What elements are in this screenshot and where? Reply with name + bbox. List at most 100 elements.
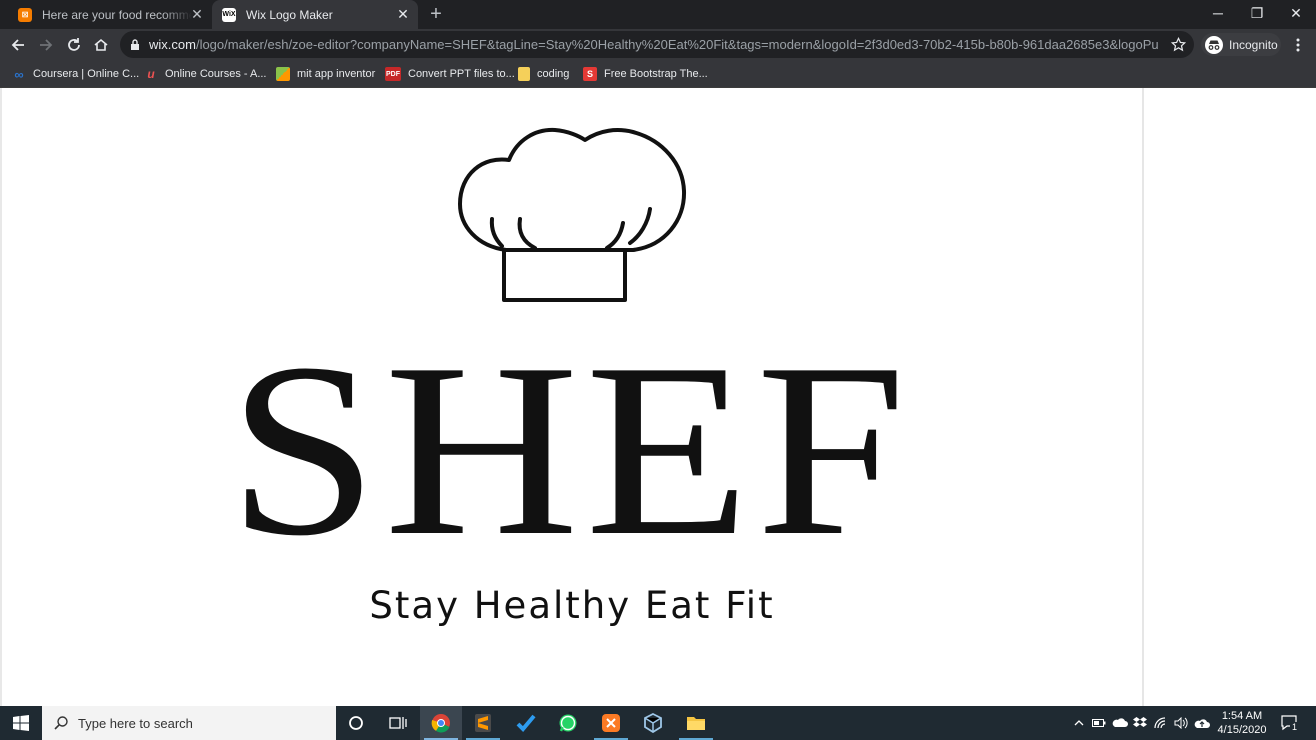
wifi-tray[interactable] (1153, 715, 1169, 731)
search-icon (54, 716, 68, 730)
bookmark-label: Coursera | Online C... (33, 68, 140, 80)
show-hidden-icons-button[interactable] (1071, 715, 1087, 731)
taskbar-search-input[interactable]: Type here to search (42, 706, 336, 740)
file-explorer-icon (687, 717, 705, 730)
bookmark-label: Convert PPT files to... (408, 68, 515, 80)
bookmark-coursera[interactable]: ∞ Coursera | Online C... (12, 65, 139, 83)
browser-toolbar: wix.com/logo/maker/esh/zoe-editor?compan… (0, 29, 1316, 60)
minimize-button[interactable]: ─ (1198, 0, 1238, 29)
clock-date: 4/15/2020 (1217, 724, 1267, 736)
address-bar[interactable]: wix.com/logo/maker/esh/zoe-editor?compan… (120, 31, 1194, 58)
cortana-button[interactable] (335, 706, 377, 740)
page-content: SHEF Stay Healthy Eat Fit (0, 88, 1316, 706)
close-tab-icon[interactable]: ✕ (190, 7, 204, 21)
windows-logo-icon (13, 715, 29, 731)
wix-favicon-icon: WiX (222, 7, 236, 22)
tagline-text[interactable]: Stay Healthy Eat Fit (300, 584, 844, 627)
incognito-label: Incognito (1229, 37, 1278, 52)
bookmark-convert-ppt[interactable]: PDF Convert PPT files to... (385, 65, 515, 83)
app-inventor-icon (276, 67, 290, 81)
cloud-upload-tray[interactable] (1194, 715, 1210, 731)
bookmark-star-icon[interactable] (1171, 37, 1186, 52)
forward-button[interactable] (34, 33, 58, 57)
window-close-button[interactable]: ✕ (1276, 0, 1316, 29)
pdf-icon: PDF (385, 67, 401, 81)
taskbar-file-explorer[interactable] (675, 706, 717, 740)
tab-strip: ⊠ Here are your food recommenda ✕ WiX Wi… (0, 0, 1316, 29)
forward-arrow-icon (40, 39, 53, 51)
url-text[interactable]: wix.com/logo/maker/esh/zoe-editor?compan… (149, 37, 1159, 52)
notification-count: 1 (1290, 722, 1299, 732)
dropbox-tray[interactable] (1132, 715, 1148, 731)
taskbar-chrome[interactable] (420, 706, 462, 740)
tab-food-recommendations[interactable]: ⊠ Here are your food recommenda ✕ (8, 0, 212, 29)
lock-icon (131, 39, 139, 50)
cloud-icon (1112, 718, 1128, 727)
bookmark-label: coding (537, 68, 570, 80)
url-path: /logo/maker/esh/zoe-editor?companyName=S… (195, 37, 1159, 52)
bookmark-label: mit app inventor (297, 68, 376, 80)
restore-button[interactable]: ❐ (1237, 0, 1277, 29)
url-host: wix.com (149, 37, 196, 52)
home-button[interactable] (89, 33, 113, 57)
wifi-icon (1154, 717, 1166, 729)
canvas-right-edge (1142, 88, 1144, 706)
cloud-upload-icon (1194, 719, 1210, 728)
tab-title: Here are your food recommenda (42, 7, 192, 22)
battery-icon (1092, 719, 1106, 727)
browser-menu-button[interactable] (1286, 33, 1310, 57)
incognito-badge[interactable]: Incognito (1201, 33, 1281, 56)
search-placeholder: Type here to search (78, 715, 193, 731)
start-button[interactable] (0, 706, 42, 740)
onedrive-tray[interactable] (1112, 715, 1128, 731)
clock[interactable]: 1:54 AM 4/15/2020 (1214, 709, 1270, 737)
back-arrow-icon (11, 39, 24, 51)
task-view-icon (389, 717, 407, 729)
folder-icon (518, 67, 530, 81)
action-center-button[interactable]: 1 (1281, 714, 1299, 732)
new-tab-button[interactable]: + (426, 4, 446, 24)
reload-icon (68, 38, 80, 51)
bookmark-label: Online Courses - A... (165, 68, 267, 80)
reload-button[interactable] (62, 33, 86, 57)
taskbar-virtualbox[interactable] (632, 706, 674, 740)
taskbar-whatsapp[interactable] (547, 706, 589, 740)
chrome-icon (431, 714, 450, 733)
chef-hat-icon[interactable] (455, 126, 691, 304)
close-tab-icon[interactable]: ✕ (396, 7, 410, 21)
home-icon (94, 38, 108, 51)
vscode-icon (516, 714, 536, 732)
back-button[interactable] (6, 33, 30, 57)
speaker-icon (1174, 717, 1188, 729)
whatsapp-icon (559, 714, 577, 732)
coursera-icon: ∞ (14, 66, 24, 82)
tab-wix-logo-maker[interactable]: WiX Wix Logo Maker ✕ (212, 0, 418, 29)
incognito-icon (1205, 35, 1223, 54)
sublime-icon (475, 714, 491, 732)
clock-time: 1:54 AM (1221, 710, 1263, 722)
chevron-up-icon (1074, 720, 1084, 726)
virtualbox-icon (644, 713, 662, 733)
bookmark-label: Free Bootstrap The... (604, 68, 708, 80)
more-vert-icon (1296, 38, 1300, 52)
taskbar-xampp[interactable] (590, 706, 632, 740)
bookmark-udemy[interactable]: u Online Courses - A... (144, 65, 267, 83)
volume-tray[interactable] (1173, 715, 1189, 731)
udemy-icon: u (147, 67, 155, 81)
bookmark-app-inventor[interactable]: mit app inventor (276, 65, 375, 83)
xampp-favicon-icon: ⊠ (18, 7, 32, 22)
bookmark-free-bootstrap[interactable]: S Free Bootstrap The... (583, 65, 708, 83)
canvas-left-edge (0, 88, 2, 706)
battery-tray[interactable] (1091, 715, 1107, 731)
tab-title: Wix Logo Maker (246, 7, 333, 22)
taskbar-sublime[interactable] (462, 706, 504, 740)
company-name-text[interactable]: SHEF (220, 326, 920, 574)
cortana-icon (349, 716, 363, 730)
xampp-icon (602, 714, 620, 732)
taskbar-vscode[interactable] (505, 706, 547, 740)
bootstrap-icon: S (583, 67, 597, 81)
dropbox-icon (1133, 717, 1147, 727)
windows-taskbar: Type here to search 1:54 AM 4/15/2020 1 (0, 706, 1316, 740)
task-view-button[interactable] (377, 706, 419, 740)
bookmark-folder-coding[interactable]: coding (518, 65, 569, 83)
